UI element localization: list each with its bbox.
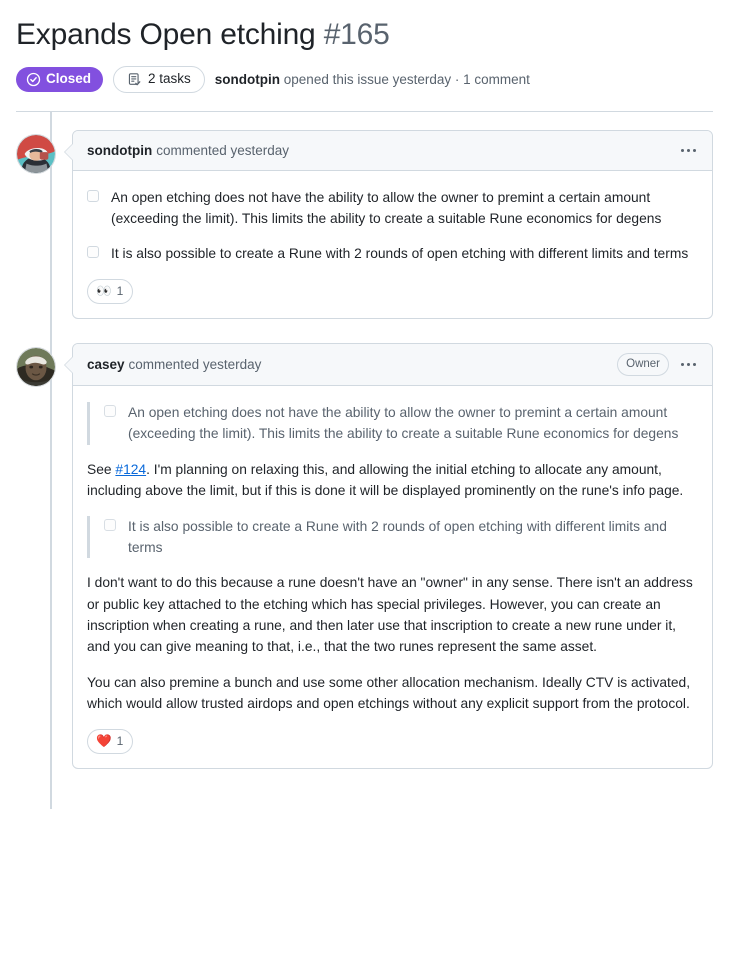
reactions-bar: ❤️ 1: [87, 728, 698, 754]
reaction-button[interactable]: 👀 1: [87, 278, 134, 304]
checkbox-unchecked-icon: [104, 405, 116, 418]
heart-emoji-icon: ❤️: [96, 733, 112, 748]
comment-arrow-inner: [65, 143, 73, 160]
task-text: An open etching does not have the abilit…: [128, 405, 679, 442]
task-list-item: It is also possible to create a Rune wit…: [104, 516, 698, 559]
comment-body: An open etching does not have the abilit…: [73, 171, 712, 318]
checkbox-unchecked-icon[interactable]: [87, 246, 99, 259]
issue-author-link[interactable]: sondotpin: [215, 72, 280, 87]
timeline-item: casey commented yesterday Owner An open …: [16, 342, 713, 769]
issue-header: Expands Open etching #165 Closed 2 tasks…: [16, 0, 713, 112]
tasks-button[interactable]: 2 tasks: [113, 65, 205, 93]
comment-wrapper: sondotpin commented yesterday An open et…: [64, 129, 713, 319]
comment-author[interactable]: sondotpin: [87, 143, 152, 158]
avatar[interactable]: [16, 346, 56, 387]
comment-header: casey commented yesterday Owner: [73, 343, 712, 387]
tasks-button-label: 2 tasks: [148, 71, 191, 87]
reaction-count: 1: [116, 733, 124, 748]
task-text: It is also possible to create a Rune wit…: [111, 246, 689, 262]
comment-action: commented yesterday: [128, 356, 262, 372]
comment-arrow-inner: [65, 356, 73, 373]
task-list-item: An open etching does not have the abilit…: [104, 402, 698, 445]
comment-menu-icon[interactable]: [679, 361, 698, 368]
eyes-emoji-icon: 👀: [96, 283, 112, 298]
task-text: An open etching does not have the abilit…: [111, 189, 662, 226]
task-list: An open etching does not have the abilit…: [104, 402, 698, 445]
comment-timeline: sondotpin commented yesterday An open et…: [16, 111, 713, 809]
status-badge: Closed: [16, 66, 104, 92]
comment-box: casey commented yesterday Owner An open …: [72, 342, 713, 769]
issue-title-text: Expands Open etching: [16, 18, 316, 51]
comment-menu-icon[interactable]: [679, 147, 698, 154]
owner-role-badge: Owner: [617, 352, 669, 377]
timeline-item: sondotpin commented yesterday An open et…: [16, 129, 713, 319]
issue-page: Expands Open etching #165 Closed 2 tasks…: [0, 0, 729, 980]
avatar[interactable]: [16, 133, 56, 174]
reply-paragraph-three: You can also premine a bunch and use som…: [87, 674, 691, 712]
status-badge-label: Closed: [46, 71, 92, 87]
task-list-item: It is also possible to create a Rune wit…: [87, 243, 698, 264]
reply-paragraph-two: I don't want to do this because a rune d…: [87, 575, 693, 655]
task-list-item: An open etching does not have the abilit…: [87, 187, 698, 230]
quoted-task-one: An open etching does not have the abilit…: [87, 402, 698, 445]
comment-action: commented yesterday: [156, 142, 290, 158]
paragraph-text-post: . I'm planning on relaxing this, and all…: [87, 461, 684, 499]
issue-reference-link[interactable]: #124: [115, 462, 146, 477]
task-list: An open etching does not have the abilit…: [87, 187, 698, 265]
check-circle-icon: [26, 72, 41, 87]
comment-author[interactable]: casey: [87, 357, 125, 372]
comment-body: An open etching does not have the abilit…: [73, 386, 712, 768]
checkbox-unchecked-icon: [104, 518, 116, 531]
task-list: It is also possible to create a Rune wit…: [104, 516, 698, 559]
reply-paragraph-one: See #124. I'm planning on relaxing this,…: [87, 459, 698, 502]
paragraph-text-pre: See: [87, 461, 116, 477]
comment-wrapper: casey commented yesterday Owner An open …: [64, 342, 713, 769]
comment-header: sondotpin commented yesterday: [73, 130, 712, 171]
issue-meta-text: sondotpin opened this issue yesterday · …: [215, 72, 530, 87]
reaction-count: 1: [116, 283, 124, 298]
issue-meta-rest: opened this issue yesterday · 1 comment: [280, 71, 530, 87]
reaction-button[interactable]: ❤️ 1: [87, 728, 134, 754]
checkbox-unchecked-icon[interactable]: [87, 189, 99, 202]
comment-box: sondotpin commented yesterday An open et…: [72, 129, 713, 319]
tasklist-icon: [127, 72, 142, 87]
reactions-bar: 👀 1: [87, 278, 698, 304]
task-text: It is also possible to create a Rune wit…: [128, 518, 667, 555]
page-title: Expands Open etching #165: [16, 16, 713, 54]
issue-number: #165: [323, 18, 390, 51]
issue-meta-row: Closed 2 tasks sondotpin opened this iss…: [16, 65, 713, 93]
quoted-task-two: It is also possible to create a Rune wit…: [87, 515, 698, 559]
